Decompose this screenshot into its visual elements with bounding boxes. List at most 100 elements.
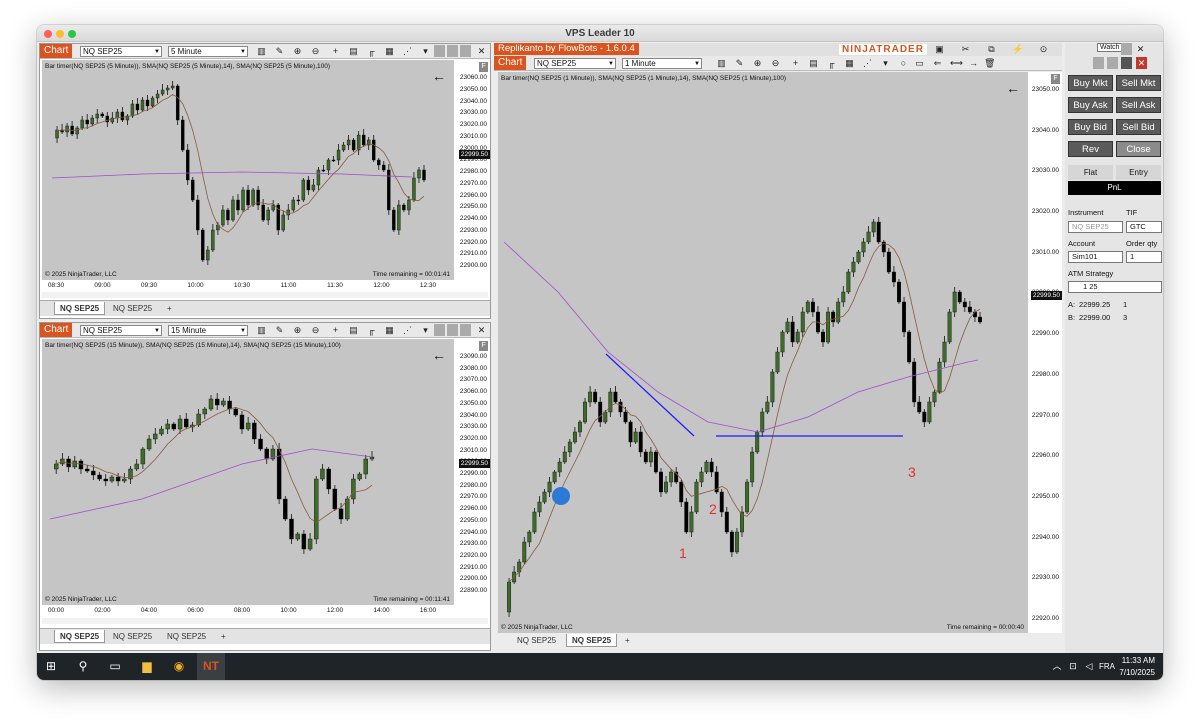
drawing-icon[interactable]: ⋰: [402, 324, 413, 336]
clock-date[interactable]: 7/10/2025: [1119, 668, 1155, 677]
windows-start-icon[interactable]: ⊞: [43, 658, 59, 674]
window-restore-icon[interactable]: [460, 324, 471, 336]
bars-icon[interactable]: ▥: [716, 57, 727, 69]
instrument-tab[interactable]: NQ SEP25: [108, 630, 157, 643]
pencil-icon[interactable]: ✎: [274, 45, 285, 57]
language-indicator[interactable]: FRA: [1099, 662, 1115, 671]
ray-icon[interactable]: ⇐: [932, 57, 943, 69]
trash-icon[interactable]: 🗑: [984, 57, 995, 69]
zoom-in-icon[interactable]: ⊕: [752, 57, 763, 69]
window-min-icon[interactable]: [434, 45, 445, 57]
drawing-icon[interactable]: ⋰: [862, 57, 873, 69]
help-icon[interactable]: ⊙: [1038, 43, 1049, 55]
arrow-right-icon[interactable]: →: [968, 57, 979, 69]
instrument-field[interactable]: NQ SEP25: [1068, 221, 1123, 233]
crosshair-icon[interactable]: +: [790, 57, 801, 69]
more-icon[interactable]: ▾: [420, 45, 431, 57]
account-select[interactable]: Sim101: [1068, 251, 1123, 263]
price-axis[interactable]: F 23050.00 23040.00 23030.00 23020.00 23010.…: [1028, 72, 1062, 633]
window-restore-icon[interactable]: [460, 45, 471, 57]
zoom-out-icon[interactable]: ⊖: [770, 57, 781, 69]
file-explorer-icon[interactable]: ▆: [139, 658, 155, 674]
instrument-tab[interactable]: NQ SEP25: [162, 630, 211, 643]
price-plot[interactable]: Bar timer(NQ SEP25 (15 Minute)), SMA(NQ …: [42, 339, 454, 605]
atm-strategy-select[interactable]: 1 25: [1068, 281, 1162, 293]
properties-icon[interactable]: ▤: [348, 45, 359, 57]
buy-ask-button[interactable]: Buy Ask: [1068, 97, 1113, 113]
close-icon[interactable]: ✕: [1136, 57, 1147, 69]
trendline-down[interactable]: [605, 353, 695, 437]
window-max-icon[interactable]: [447, 45, 458, 57]
instrument-select[interactable]: NQ SEP25 ▼: [80, 325, 162, 336]
crosshair-icon[interactable]: +: [330, 324, 341, 336]
interval-select[interactable]: 15 Minute ▼: [168, 325, 248, 336]
horizontal-scrollbar[interactable]: [42, 618, 488, 624]
f-button[interactable]: F: [479, 341, 488, 351]
network-icon[interactable]: ⊡: [1065, 658, 1081, 674]
price-plot[interactable]: Bar timer(NQ SEP25 (1 Minute)), SMA(NQ S…: [498, 72, 1028, 633]
indicators-icon[interactable]: ╓: [366, 45, 377, 57]
instrument-select[interactable]: NQ SEP25 ▼: [80, 46, 162, 57]
instrument-tab[interactable]: NQ SEP25: [54, 630, 106, 643]
horizontal-scrollbar[interactable]: [42, 292, 488, 298]
chart-menu-button[interactable]: Chart: [494, 56, 527, 70]
clock-time[interactable]: 11:33 AM: [1122, 656, 1155, 665]
zoom-out-icon[interactable]: ⊖: [310, 45, 321, 57]
chart-menu-button[interactable]: Chart: [40, 44, 73, 58]
strategies-icon[interactable]: ▦: [384, 45, 395, 57]
instrument-select[interactable]: NQ SEP25 ▼: [534, 58, 616, 69]
f-button[interactable]: F: [479, 62, 488, 72]
instrument-tab[interactable]: NQ SEP25: [54, 302, 106, 315]
add-tab-button[interactable]: +: [216, 630, 231, 643]
crosshair-icon[interactable]: +: [330, 45, 341, 57]
price-axis[interactable]: F 23090.00 23080.00 23070.00 23060.00 23050.…: [454, 339, 490, 605]
circle-icon[interactable]: ○: [898, 57, 909, 69]
instrument-tab[interactable]: NQ SEP25: [512, 634, 561, 647]
sell-ask-button[interactable]: Sell Ask: [1116, 97, 1161, 113]
time-axis[interactable]: 00:00 02:00 04:00 06:00 08:00 10:00 12:00 14:00…: [42, 605, 454, 617]
rectangle-icon[interactable]: ▭: [914, 57, 925, 69]
window-restore-icon[interactable]: [1121, 57, 1132, 69]
window-max-icon[interactable]: [1107, 57, 1118, 69]
chrome-icon[interactable]: ◉: [171, 658, 187, 674]
reverse-button[interactable]: Rev: [1068, 141, 1113, 157]
add-tab-button[interactable]: +: [162, 302, 177, 315]
instrument-tab[interactable]: NQ SEP25: [108, 302, 157, 315]
ninjatrader-app-icon[interactable]: NT: [197, 653, 225, 680]
pencil-icon[interactable]: ✎: [274, 324, 285, 336]
bars-icon[interactable]: ▥: [256, 45, 267, 57]
zoom-in-icon[interactable]: ⊕: [292, 324, 303, 336]
drawing-icon[interactable]: ⋰: [402, 45, 413, 57]
line-icon[interactable]: ⟷: [950, 57, 963, 69]
window-min-icon[interactable]: [1093, 57, 1104, 69]
bars-icon[interactable]: ▥: [256, 324, 267, 336]
close-icon[interactable]: ✕: [1135, 43, 1146, 55]
zoom-in-icon[interactable]: ⊕: [292, 45, 303, 57]
order-qty-stepper[interactable]: 1: [1126, 251, 1162, 263]
close-icon[interactable]: ✕: [476, 45, 487, 57]
more-icon[interactable]: ▾: [420, 324, 431, 336]
sell-bid-button[interactable]: Sell Bid: [1116, 119, 1161, 135]
chart-menu-button[interactable]: Chart: [40, 323, 73, 337]
screen-icon[interactable]: ▣: [934, 43, 945, 55]
properties-icon[interactable]: ▤: [348, 324, 359, 336]
close-position-button[interactable]: Close: [1116, 141, 1161, 157]
more-icon[interactable]: ▾: [880, 57, 891, 69]
window-min-icon[interactable]: [434, 324, 445, 336]
tools-icon[interactable]: ✂: [960, 43, 971, 55]
window-min-icon[interactable]: [1121, 43, 1132, 55]
interval-select[interactable]: 1 Minute ▼: [622, 58, 702, 69]
indicators-icon[interactable]: ╓: [366, 324, 377, 336]
add-tab-button[interactable]: +: [620, 634, 635, 647]
task-view-icon[interactable]: ▭: [107, 658, 123, 674]
sell-market-button[interactable]: Sell Mkt: [1116, 75, 1161, 91]
replikanto-marker-icon[interactable]: [552, 487, 570, 505]
price-axis[interactable]: F 23060.00 23050.00 23040.00 23030.00 23020.…: [454, 60, 490, 280]
interval-select[interactable]: 5 Minute ▼: [168, 46, 248, 57]
close-icon[interactable]: ✕: [476, 324, 487, 336]
volume-icon[interactable]: ◁: [1081, 658, 1097, 674]
strategies-icon[interactable]: ▦: [384, 324, 395, 336]
strategies-icon[interactable]: ▦: [844, 57, 855, 69]
pencil-icon[interactable]: ✎: [734, 57, 745, 69]
window-max-icon[interactable]: [447, 324, 458, 336]
